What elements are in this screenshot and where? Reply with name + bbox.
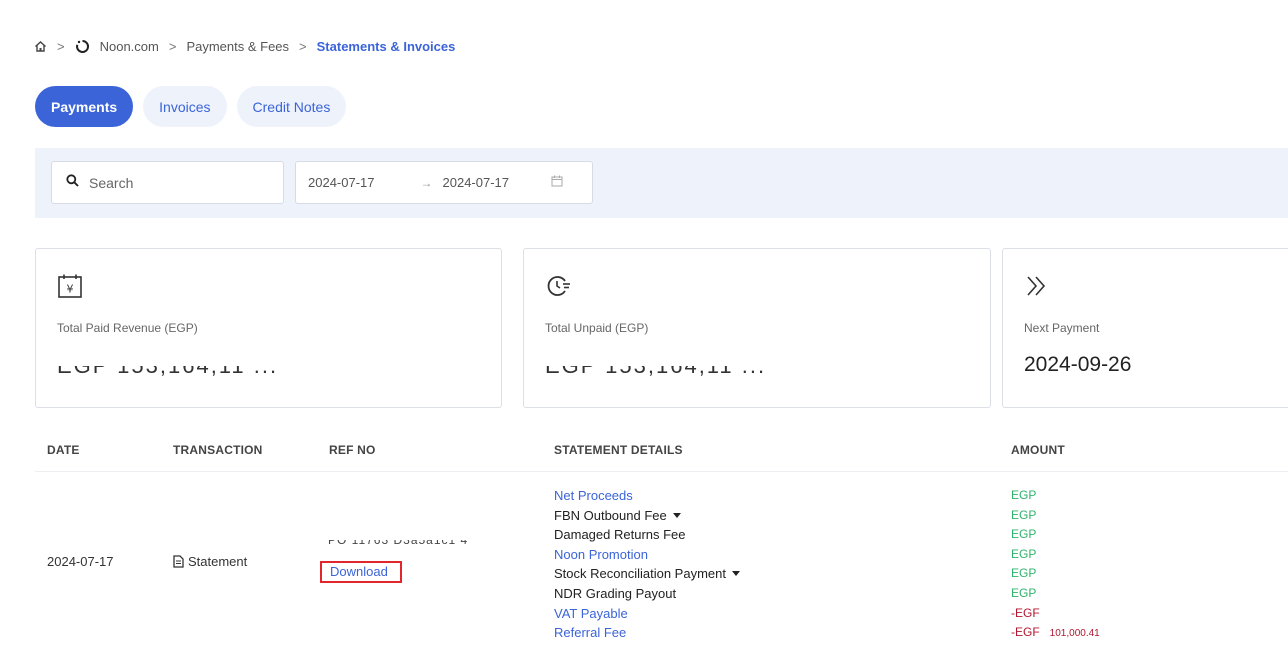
detail-label: Stock Reconciliation Payment xyxy=(554,566,726,582)
search-box[interactable] xyxy=(51,161,284,204)
statement-details-list: Net Proceeds FBN Outbound Fee Damaged Re… xyxy=(554,486,740,643)
breadcrumb-current: Statements & Invoices xyxy=(316,38,456,54)
download-link[interactable]: Download xyxy=(320,561,402,583)
amount-value: EGP xyxy=(1011,546,1037,561)
breadcrumb-separator: > xyxy=(299,38,307,54)
card-total-paid-revenue: ¥ Total Paid Revenue (EGP) EGP 153,164,1… xyxy=(35,248,502,408)
detail-label: FBN Outbound Fee xyxy=(554,507,667,523)
detail-ndr-grading-payout: NDR Grading Payout xyxy=(554,585,677,601)
breadcrumb: > Noon.com > Payments & Fees > Statement… xyxy=(34,37,455,55)
row-transaction: Statement xyxy=(173,554,247,571)
detail-stock-reconciliation[interactable]: Stock Reconciliation Payment xyxy=(554,564,740,584)
date-range-arrow: → xyxy=(420,175,433,190)
amount-value: EGP xyxy=(1011,488,1037,502)
column-header-statement-details[interactable]: STATEMENT DETAILS xyxy=(554,443,683,457)
detail-net-proceeds[interactable]: Net Proceeds xyxy=(554,486,740,506)
amount-value: -EGF xyxy=(1011,605,1040,620)
amount-value: EGP xyxy=(1011,585,1037,600)
clock-icon xyxy=(545,273,573,304)
card-value-masked: EGP 153,164,11 ... xyxy=(57,366,278,376)
date-range-picker[interactable]: 2024-07-17 → 2024-07-17 xyxy=(295,161,593,204)
row-transaction-label: Statement xyxy=(188,554,248,569)
detail-noon-promotion[interactable]: Noon Promotion xyxy=(554,545,740,565)
detail-fbn-outbound-fee[interactable]: FBN Outbound Fee xyxy=(554,506,740,526)
column-header-ref-no[interactable]: REF NO xyxy=(329,443,376,457)
calendar-yen-icon: ¥ xyxy=(57,273,83,304)
amount-currency: -EGF xyxy=(1011,625,1040,640)
amount-value: EGP xyxy=(1011,507,1037,522)
detail-damaged-returns-fee: Damaged Returns Fee xyxy=(554,527,686,543)
table-divider xyxy=(35,471,1288,472)
double-chevron-right-icon xyxy=(1024,273,1050,304)
card-label: Total Paid Revenue (EGP) xyxy=(57,321,198,335)
card-label: Total Unpaid (EGP) xyxy=(545,321,649,335)
breadcrumb-separator: > xyxy=(168,38,177,54)
amount-value: EGP xyxy=(1011,566,1037,581)
breadcrumb-separator: > xyxy=(57,38,65,54)
card-total-unpaid: Total Unpaid (EGP) EGP 153,164,11 ... xyxy=(523,248,991,408)
card-value: 2024-09-26 xyxy=(1024,353,1132,376)
detail-referral-fee[interactable]: Referral Fee xyxy=(554,623,740,643)
caret-down-icon[interactable] xyxy=(731,571,740,577)
date-from[interactable]: 2024-07-17 xyxy=(308,175,375,190)
noon-logo-icon xyxy=(75,39,90,54)
breadcrumb-store[interactable]: Noon.com xyxy=(100,39,159,54)
tab-credit-notes[interactable]: Credit Notes xyxy=(236,86,347,127)
amount-value: -EGF 101,000.41 xyxy=(1011,623,1100,644)
home-icon[interactable] xyxy=(34,40,47,53)
caret-down-icon[interactable] xyxy=(672,512,681,518)
detail-vat-payable[interactable]: VAT Payable xyxy=(554,604,740,624)
svg-text:¥: ¥ xyxy=(67,283,74,296)
search-input[interactable] xyxy=(89,174,259,191)
search-icon xyxy=(66,173,79,192)
tab-payments[interactable]: Payments xyxy=(35,86,134,127)
column-header-amount[interactable]: AMOUNT xyxy=(1011,443,1065,457)
breadcrumb-section[interactable]: Payments & Fees xyxy=(186,39,289,54)
amount-value: EGP xyxy=(1011,527,1037,542)
tab-invoices[interactable]: Invoices xyxy=(143,86,227,127)
calendar-icon[interactable] xyxy=(551,175,563,190)
row-ref-no-masked: PO 11763 D3a5a1c1 4 xyxy=(328,540,469,547)
card-value-masked: EGP 153,164,11 ... xyxy=(545,366,766,376)
tab-bar: Payments Invoices Credit Notes xyxy=(35,86,347,127)
column-header-transaction[interactable]: TRANSACTION xyxy=(173,443,263,457)
amounts-list: EGP EGP EGP EGP EGP EGP -EGF -EGF 101,000… xyxy=(1011,486,1100,644)
document-icon xyxy=(173,555,184,571)
column-header-date[interactable]: DATE xyxy=(47,443,80,457)
card-label: Next Payment xyxy=(1024,321,1100,335)
date-to[interactable]: 2024-07-17 xyxy=(443,175,510,190)
filter-bar: 2024-07-17 → 2024-07-17 xyxy=(35,148,1288,218)
card-next-payment: Next Payment 2024-09-26 xyxy=(1002,248,1288,408)
amount-masked: 101,000.41 xyxy=(1049,628,1100,640)
row-date: 2024-07-17 xyxy=(47,554,114,569)
